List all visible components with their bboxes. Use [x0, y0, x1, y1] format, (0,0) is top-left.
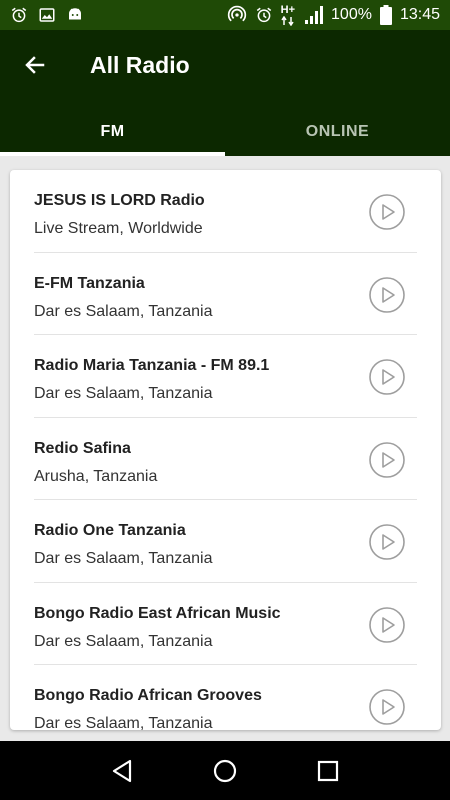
station-row[interactable]: Bongo Radio East African Music Dar es Sa…: [34, 583, 417, 665]
status-bar: H+ 100% 13:45: [0, 0, 450, 30]
app-bar: All Radio FM ONLINE: [0, 30, 450, 156]
station-row[interactable]: JESUS IS LORD Radio Live Stream, Worldwi…: [34, 170, 417, 253]
station-location: Dar es Salaam, Tanzania: [34, 302, 213, 320]
hotspot-icon: [227, 5, 247, 25]
image-icon: [38, 6, 56, 24]
home-circle-icon: [213, 759, 237, 782]
play-button[interactable]: [369, 276, 405, 313]
station-list-area: JESUS IS LORD Radio Live Stream, Worldwi…: [0, 156, 450, 741]
tab-bar: FM ONLINE: [0, 108, 450, 156]
recents-square-icon: [318, 760, 339, 781]
station-row[interactable]: Bongo Radio African Grooves Dar es Salaa…: [34, 665, 417, 730]
play-button[interactable]: [369, 689, 405, 725]
play-circle-icon: [369, 606, 405, 643]
alarm-icon: [10, 6, 28, 24]
data-arrows-icon: H+: [280, 3, 296, 26]
station-row[interactable]: E-FM Tanzania Dar es Salaam, Tanzania: [34, 253, 417, 335]
station-location: Dar es Salaam, Tanzania: [34, 550, 213, 567]
play-button[interactable]: [369, 359, 405, 395]
alarm-icon: [255, 6, 273, 24]
station-row[interactable]: Radio One Tanzania Dar es Salaam, Tanzan…: [34, 500, 417, 583]
page-title: All Radio: [90, 52, 190, 78]
station-location: Dar es Salaam, Tanzania: [34, 715, 213, 730]
play-circle-icon: [369, 359, 405, 395]
back-triangle-icon: [112, 759, 131, 782]
battery-percent: 100%: [331, 6, 372, 23]
station-row[interactable]: Radio Maria Tanzania - FM 89.1 Dar es Sa…: [34, 335, 417, 418]
signal-icon: [303, 6, 324, 24]
station-location: Dar es Salaam, Tanzania: [34, 385, 213, 402]
android-icon: [66, 6, 84, 24]
station-name: Radio One Tanzania: [34, 522, 186, 539]
nav-recents-button[interactable]: [315, 758, 341, 784]
play-button[interactable]: [369, 441, 405, 478]
system-nav-bar: [0, 741, 450, 800]
tab-online[interactable]: ONLINE: [225, 108, 450, 156]
tab-fm[interactable]: FM: [0, 108, 225, 156]
station-name: Radio Maria Tanzania - FM 89.1: [34, 357, 270, 374]
station-row[interactable]: Redio Safina Arusha, Tanzania: [34, 418, 417, 500]
play-circle-icon: [369, 276, 405, 313]
arrow-left-icon: [23, 53, 47, 82]
station-location: Arusha, Tanzania: [34, 467, 158, 485]
station-name: Bongo Radio African Grooves: [34, 687, 262, 704]
station-name: JESUS IS LORD Radio: [34, 192, 205, 209]
station-location: Live Stream, Worldwide: [34, 220, 203, 237]
back-button[interactable]: [18, 50, 52, 84]
play-button[interactable]: [369, 194, 405, 230]
station-name: Redio Safina: [34, 439, 131, 457]
nav-back-button[interactable]: [109, 758, 135, 784]
play-circle-icon: [369, 524, 405, 560]
play-button[interactable]: [369, 606, 405, 643]
nav-home-button[interactable]: [212, 758, 238, 784]
play-circle-icon: [369, 441, 405, 478]
station-list-card: JESUS IS LORD Radio Live Stream, Worldwi…: [10, 170, 441, 730]
network-type-label: H+: [280, 3, 296, 16]
battery-icon: [379, 5, 392, 25]
station-name: E-FM Tanzania: [34, 274, 145, 292]
play-button[interactable]: [369, 524, 405, 560]
play-circle-icon: [369, 689, 405, 725]
station-name: Bongo Radio East African Music: [34, 604, 281, 622]
station-location: Dar es Salaam, Tanzania: [34, 632, 213, 650]
clock: 13:45: [399, 6, 440, 23]
play-circle-icon: [369, 194, 405, 230]
